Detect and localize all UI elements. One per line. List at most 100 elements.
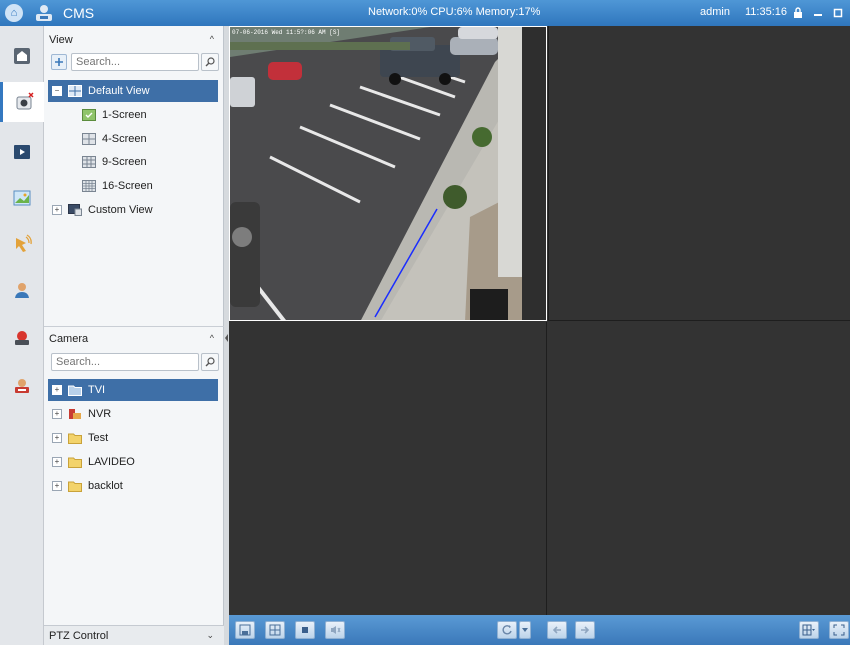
window-division-button[interactable] bbox=[265, 621, 285, 639]
video-window-3[interactable] bbox=[229, 322, 547, 615]
camera-search-field[interactable] bbox=[51, 353, 199, 371]
custom-view-icon bbox=[68, 204, 82, 216]
collapse-toggle-icon[interactable]: − bbox=[52, 86, 62, 96]
previous-page-button[interactable] bbox=[547, 621, 567, 639]
live-view-toolbar bbox=[229, 615, 850, 645]
home-icon[interactable]: ⌂ bbox=[5, 4, 23, 22]
refresh-icon bbox=[502, 625, 512, 635]
tree-item-nvr[interactable]: + NVR bbox=[48, 403, 218, 425]
tree-item-default-view[interactable]: − Default View bbox=[48, 80, 218, 102]
expand-toggle-icon[interactable]: + bbox=[52, 433, 62, 443]
maximize-icon[interactable] bbox=[830, 5, 846, 20]
user-name[interactable]: admin bbox=[700, 6, 730, 18]
window-controls bbox=[790, 5, 846, 20]
system-status: Network:0% CPU:6% Memory:17% bbox=[368, 6, 541, 18]
arrow-left-icon bbox=[552, 626, 561, 634]
module-rail bbox=[0, 26, 44, 645]
nine-screen-icon bbox=[82, 156, 96, 168]
auto-switch-button[interactable] bbox=[497, 621, 517, 639]
auto-switch-dropdown[interactable] bbox=[519, 621, 531, 639]
main-view-icon[interactable] bbox=[0, 82, 44, 122]
video-osd-timestamp: 07-06-2016 Wed 11:5?:06 AM [S] bbox=[232, 29, 341, 36]
folder-icon bbox=[68, 433, 82, 444]
e-map-icon[interactable] bbox=[8, 184, 36, 212]
tree-item-16-screen[interactable]: 16-Screen bbox=[82, 175, 218, 197]
view-search-field[interactable] bbox=[71, 53, 199, 71]
lock-icon[interactable] bbox=[790, 5, 806, 20]
tree-item-label: LAVIDEO bbox=[88, 456, 135, 468]
camera-section-title: Camera bbox=[49, 333, 89, 345]
tree-item-label: TVI bbox=[88, 384, 106, 396]
next-page-button[interactable] bbox=[575, 621, 595, 639]
expand-toggle-icon[interactable]: + bbox=[52, 409, 62, 419]
expand-toggle-icon[interactable]: + bbox=[52, 457, 62, 467]
chevron-down-icon[interactable]: ⌄ bbox=[206, 630, 214, 641]
layout-grid-icon bbox=[802, 624, 815, 636]
fullscreen-button[interactable] bbox=[829, 621, 849, 639]
four-screen-icon bbox=[82, 133, 96, 145]
title-bar: ⌂ CMS Network:0% CPU:6% Memory:17% admin… bbox=[0, 0, 850, 26]
arrow-right-icon bbox=[581, 626, 590, 634]
save-view-button[interactable] bbox=[235, 621, 255, 639]
alarm-icon[interactable] bbox=[8, 324, 36, 352]
tree-item-custom-view[interactable]: + Custom View bbox=[48, 199, 218, 221]
video-window-4[interactable] bbox=[548, 322, 850, 615]
tree-item-backlot[interactable]: + backlot bbox=[48, 475, 218, 497]
clock: 11:35:16 bbox=[745, 6, 788, 18]
app-title: CMS bbox=[63, 5, 95, 21]
stop-icon bbox=[302, 627, 308, 633]
camera-search-input[interactable] bbox=[52, 356, 198, 368]
folder-icon bbox=[68, 385, 82, 396]
view-section-title: View bbox=[49, 34, 73, 46]
expand-toggle-icon[interactable]: + bbox=[52, 385, 62, 395]
user-management-icon[interactable] bbox=[8, 276, 36, 304]
ptz-control-label: PTZ Control bbox=[49, 629, 109, 642]
tree-item-lavideo[interactable]: + LAVIDEO bbox=[48, 451, 218, 473]
device-management-icon[interactable] bbox=[8, 372, 36, 400]
expand-toggle-icon[interactable]: + bbox=[52, 205, 62, 215]
resource-panel: View ^ − Default View 1-Screen 4-Screen … bbox=[44, 26, 224, 645]
tree-item-label: backlot bbox=[88, 480, 123, 492]
control-panel-icon[interactable] bbox=[8, 42, 36, 70]
tree-item-label: Test bbox=[88, 432, 109, 444]
fullscreen-icon bbox=[833, 624, 845, 636]
ptz-control-header[interactable]: PTZ Control ⌄ bbox=[44, 625, 224, 645]
tree-item-1-screen[interactable]: 1-Screen bbox=[82, 104, 218, 126]
tree-item-label: 9-Screen bbox=[102, 156, 147, 168]
tree-item-4-screen[interactable]: 4-Screen bbox=[82, 128, 218, 150]
tree-item-test[interactable]: + Test bbox=[48, 427, 218, 449]
camera-section-header[interactable]: Camera ^ bbox=[44, 329, 224, 349]
camera-search-button[interactable] bbox=[201, 353, 219, 371]
section-divider bbox=[44, 326, 224, 327]
view-search-input[interactable] bbox=[72, 56, 198, 68]
search-icon bbox=[205, 357, 215, 367]
nvr-device-icon bbox=[69, 409, 81, 419]
search-icon bbox=[205, 57, 215, 67]
folder-icon bbox=[68, 457, 82, 468]
video-window-2[interactable] bbox=[548, 26, 850, 321]
collapse-caret-icon[interactable]: ^ bbox=[210, 34, 214, 44]
video-window-1[interactable]: 07-06-2016 Wed 11:5?:06 AM [S] bbox=[229, 26, 547, 321]
expand-toggle-icon[interactable]: + bbox=[52, 481, 62, 491]
tree-item-tvi[interactable]: + TVI bbox=[48, 379, 218, 401]
tree-item-label: 4-Screen bbox=[102, 133, 147, 145]
save-view-icon bbox=[239, 624, 251, 636]
tree-item-9-screen[interactable]: 9-Screen bbox=[82, 151, 218, 173]
view-search-button[interactable] bbox=[201, 53, 219, 71]
view-section-header[interactable]: View ^ bbox=[44, 30, 224, 50]
tree-item-label: 16-Screen bbox=[102, 180, 153, 192]
grid-layout-icon bbox=[269, 624, 281, 636]
view-group-icon bbox=[68, 85, 82, 97]
remote-playback-icon[interactable] bbox=[8, 138, 36, 166]
collapse-caret-icon[interactable]: ^ bbox=[210, 333, 214, 343]
tree-item-label: Default View bbox=[88, 85, 150, 97]
tree-item-label: 1-Screen bbox=[102, 109, 147, 121]
minimize-icon[interactable] bbox=[810, 5, 826, 20]
stop-all-button[interactable] bbox=[295, 621, 315, 639]
event-icon[interactable] bbox=[8, 230, 36, 258]
add-view-button[interactable] bbox=[51, 54, 67, 70]
audio-button[interactable] bbox=[325, 621, 345, 639]
chevron-down-icon bbox=[522, 628, 528, 632]
tree-item-label: Custom View bbox=[88, 204, 153, 216]
layout-select-button[interactable] bbox=[799, 621, 819, 639]
